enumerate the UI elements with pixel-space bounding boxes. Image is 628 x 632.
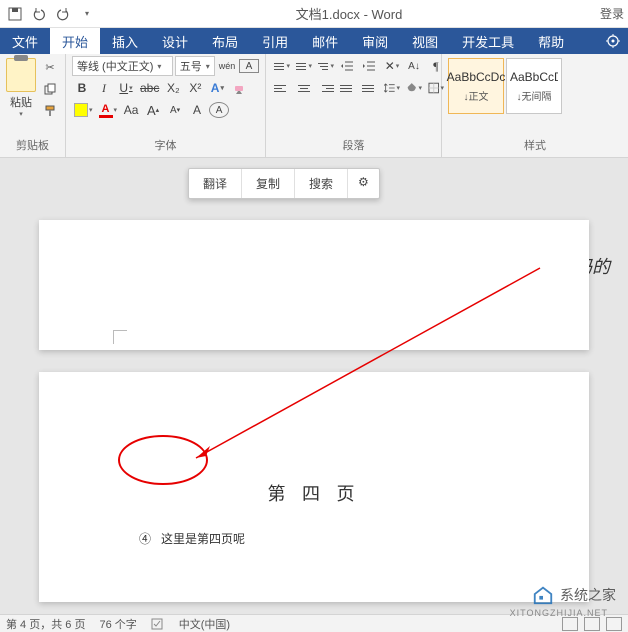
group-paragraph: ▾ ▾ ▾ ✕▾ A↓ ¶ ▾ ▾ ▾ 段落 bbox=[266, 54, 442, 157]
view-web-icon[interactable] bbox=[606, 617, 622, 631]
group-label-font: 字体 bbox=[72, 135, 259, 157]
superscript-button[interactable]: X² bbox=[185, 78, 205, 98]
asian-layout-button[interactable]: ✕▾ bbox=[382, 56, 402, 76]
sort-button[interactable]: A↓ bbox=[404, 56, 424, 76]
tab-mailings[interactable]: 邮件 bbox=[300, 28, 350, 54]
mini-translate-button[interactable]: 翻译 bbox=[189, 169, 242, 198]
filename: 文档1.docx bbox=[296, 7, 360, 22]
align-left-button[interactable] bbox=[272, 78, 292, 98]
numbering-button[interactable]: ▾ bbox=[294, 56, 314, 76]
align-right-button[interactable] bbox=[316, 78, 336, 98]
group-label-paragraph: 段落 bbox=[272, 135, 435, 157]
subscript-button[interactable]: X₂ bbox=[163, 78, 183, 98]
strikethrough-button[interactable]: abc bbox=[138, 78, 161, 98]
tab-developer[interactable]: 开发工具 bbox=[450, 28, 526, 54]
decrease-indent-button[interactable] bbox=[338, 56, 358, 76]
tab-insert[interactable]: 插入 bbox=[100, 28, 150, 54]
shrink-font-button[interactable]: A▾ bbox=[165, 100, 185, 120]
tab-view[interactable]: 视图 bbox=[400, 28, 450, 54]
group-clipboard: 粘贴 ▾ ✂ 剪贴板 bbox=[0, 54, 66, 157]
tab-references[interactable]: 引用 bbox=[250, 28, 300, 54]
login-button[interactable]: 登录 bbox=[600, 5, 624, 22]
watermark-logo-icon bbox=[532, 584, 554, 606]
text-effects-button[interactable]: A▾ bbox=[207, 78, 227, 98]
distributed-button[interactable] bbox=[360, 78, 380, 98]
grow-font-button[interactable]: A▴ bbox=[143, 100, 163, 120]
page-4: 第 四 页 ④ 这里是第四页呢 bbox=[39, 372, 589, 602]
format-painter-icon[interactable] bbox=[40, 102, 60, 120]
enclose-char-button[interactable]: A bbox=[209, 102, 229, 118]
underline-button[interactable]: U▾ bbox=[116, 78, 136, 98]
align-center-button[interactable] bbox=[294, 78, 314, 98]
mini-search-button[interactable]: 搜索 bbox=[295, 169, 348, 198]
page-4-header: 第 四 页 bbox=[39, 372, 589, 506]
group-label-clipboard: 剪贴板 bbox=[6, 135, 59, 157]
page-4-body: ④ 这里是第四页呢 bbox=[39, 506, 589, 547]
status-language[interactable]: 中文(中国) bbox=[179, 616, 230, 632]
watermark-url: XITONGZHIJIA.NET bbox=[510, 608, 608, 618]
ribbon-tabs: 文件 开始 插入 设计 布局 引用 邮件 审阅 视图 开发工具 帮助 bbox=[0, 28, 628, 54]
quick-access-toolbar: ▾ bbox=[4, 3, 98, 25]
mini-toolbar: 翻译 复制 搜索 ⚙ bbox=[188, 168, 380, 199]
mini-settings-icon[interactable]: ⚙ bbox=[348, 169, 379, 198]
font-name-combo[interactable]: 等线 (中文正文)▾ bbox=[72, 56, 173, 76]
watermark: 系统之家 bbox=[532, 584, 616, 606]
save-icon[interactable] bbox=[4, 3, 26, 25]
margin-corner-icon bbox=[113, 330, 127, 344]
tab-design[interactable]: 设计 bbox=[150, 28, 200, 54]
increase-indent-button[interactable] bbox=[360, 56, 380, 76]
change-case-button[interactable]: Aa bbox=[121, 100, 141, 120]
bold-button[interactable]: B bbox=[72, 78, 92, 98]
view-read-icon[interactable] bbox=[562, 617, 578, 631]
title-bar: ▾ 文档1.docx - Word 登录 bbox=[0, 0, 628, 28]
group-font: 等线 (中文正文)▾ 五号▾ wén A B I U▾ abc X₂ X² A▾… bbox=[66, 54, 266, 157]
mini-copy-button[interactable]: 复制 bbox=[242, 169, 295, 198]
paste-button[interactable]: 粘贴 bbox=[10, 94, 32, 110]
tab-file[interactable]: 文件 bbox=[0, 28, 50, 54]
undo-icon[interactable] bbox=[28, 3, 50, 25]
italic-button[interactable]: I bbox=[94, 78, 114, 98]
document-area[interactable]: 翻译 复制 搜索 ⚙ 把光标移动到开始编页码的 第 四 页 ④ 这里是第四页呢 bbox=[0, 158, 628, 614]
paste-icon[interactable] bbox=[6, 58, 36, 92]
cut-icon[interactable]: ✂ bbox=[40, 58, 60, 76]
group-label-styles: 样式 bbox=[448, 135, 622, 157]
text-cursor-icon bbox=[113, 450, 115, 466]
status-page[interactable]: 第 4 页，共 6 页 bbox=[6, 616, 85, 632]
font-size-combo[interactable]: 五号▾ bbox=[175, 56, 215, 76]
paste-dropdown-icon[interactable]: ▾ bbox=[19, 110, 23, 118]
status-words[interactable]: 76 个字 bbox=[99, 616, 136, 632]
style-normal[interactable]: AaBbCcDc ↓正文 bbox=[448, 58, 504, 114]
status-proofing-icon[interactable] bbox=[151, 617, 165, 631]
app-name: Word bbox=[372, 7, 403, 22]
tab-review[interactable]: 审阅 bbox=[350, 28, 400, 54]
redo-icon[interactable] bbox=[52, 3, 74, 25]
tab-layout[interactable]: 布局 bbox=[200, 28, 250, 54]
shading-button[interactable]: ▾ bbox=[404, 78, 424, 98]
window-title: 文档1.docx - Word bbox=[98, 4, 600, 23]
style-nospacing[interactable]: AaBbCcDc ↓无间隔 bbox=[506, 58, 562, 114]
font-color-button[interactable]: A▾ bbox=[97, 100, 120, 120]
char-border-button[interactable]: A bbox=[239, 59, 259, 73]
view-print-icon[interactable] bbox=[584, 617, 600, 631]
tab-help[interactable]: 帮助 bbox=[526, 28, 576, 54]
multilevel-button[interactable]: ▾ bbox=[316, 56, 336, 76]
clear-formatting-icon[interactable] bbox=[229, 78, 249, 98]
tell-me-icon[interactable] bbox=[598, 28, 628, 54]
justify-button[interactable] bbox=[338, 78, 358, 98]
phonetic-guide-button[interactable]: wén bbox=[217, 56, 237, 76]
copy-icon[interactable] bbox=[40, 80, 60, 98]
tab-home[interactable]: 开始 bbox=[50, 28, 100, 54]
char-shading-button[interactable]: A bbox=[187, 100, 207, 120]
group-styles: AaBbCcDc ↓正文 AaBbCcDc ↓无间隔 样式 bbox=[442, 54, 628, 157]
qat-customize-icon[interactable]: ▾ bbox=[76, 3, 98, 25]
page-3-bottom bbox=[39, 220, 589, 350]
ribbon: 粘贴 ▾ ✂ 剪贴板 等线 (中文正文)▾ 五号▾ wén A B I U▾ bbox=[0, 54, 628, 158]
bullets-button[interactable]: ▾ bbox=[272, 56, 292, 76]
line-spacing-button[interactable]: ▾ bbox=[382, 78, 402, 98]
highlight-button[interactable]: ▾ bbox=[72, 100, 95, 120]
